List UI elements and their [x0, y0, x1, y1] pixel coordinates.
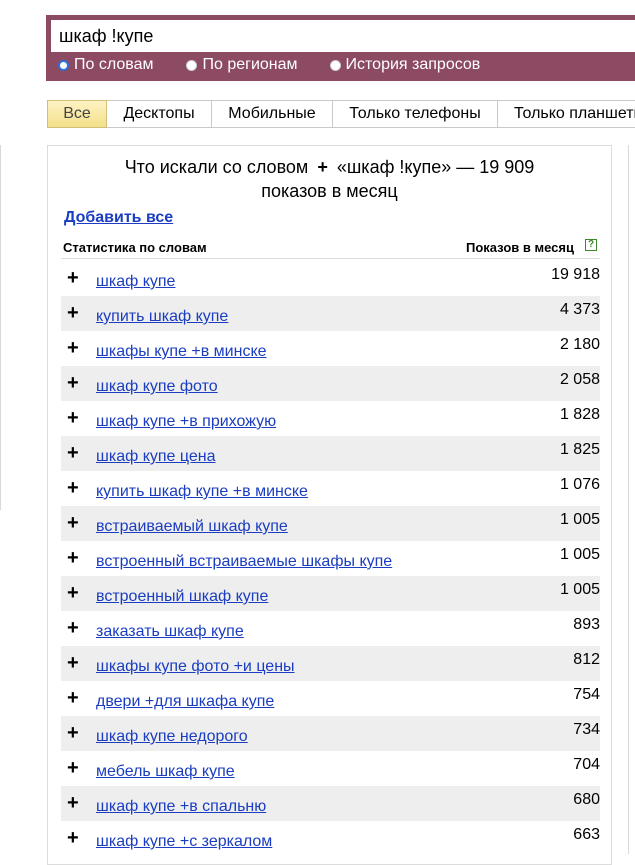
tab-mobile[interactable]: Мобильные	[212, 100, 333, 128]
table-row: + купить шкаф купе +в минске 1 076	[61, 471, 600, 506]
column-header-impressions: Показов в месяц	[466, 240, 574, 255]
add-phrase-plus-icon[interactable]: +	[67, 716, 79, 751]
table-row: + встроенный шкаф купе 1 005	[61, 576, 600, 611]
table-row: + шкаф купе недорого 734	[61, 716, 600, 751]
phrase-link[interactable]: мебель шкаф купе	[96, 754, 235, 789]
impressions-count: 704	[573, 756, 600, 773]
phrase-link[interactable]: встраиваемый шкаф купе	[96, 509, 288, 544]
add-phrase-plus-icon[interactable]: +	[67, 261, 79, 296]
table-row: + шкаф купе фото 2 058	[61, 366, 600, 401]
radio-unchecked-icon[interactable]	[329, 59, 341, 71]
phrase-link[interactable]: шкаф купе недорого	[96, 719, 248, 754]
words-stats-panel: Что искали со словом + «шкаф !купе» — 19…	[47, 145, 612, 865]
table-row: + заказать шкаф купе 893	[61, 611, 600, 646]
add-all-link[interactable]: Добавить все	[64, 209, 173, 227]
radio-history[interactable]: История запросов	[329, 56, 481, 74]
radio-by-words[interactable]: По словам	[58, 56, 153, 74]
impressions-count: 1 828	[559, 406, 600, 423]
impressions-count: 734	[573, 721, 600, 738]
table-row: + встраиваемый шкаф купе 1 005	[61, 506, 600, 541]
table-row: + шкаф купе +с зеркалом 663	[61, 821, 600, 856]
impressions-count: 4 373	[559, 301, 600, 318]
radio-by-regions-label: По регионам	[202, 56, 298, 73]
table-row: + шкаф купе 19 918	[61, 261, 600, 296]
stats-table: + шкаф купе 19 918 + купить шкаф купе 4 373 + ш…	[61, 261, 600, 856]
phrase-link[interactable]: купить шкаф купе +в минске	[96, 474, 308, 509]
phrase-link[interactable]: двери +для шкафа купе	[96, 684, 274, 719]
column-header-words: Статистика по словам	[63, 240, 207, 255]
impressions-count: 2 058	[559, 371, 600, 388]
phrase-link[interactable]: шкаф купе	[96, 264, 175, 299]
panel-title-suffix: показов в месяц	[261, 181, 398, 201]
add-phrase-plus-icon[interactable]: +	[67, 401, 79, 436]
radio-history-label: История запросов	[345, 56, 481, 73]
impressions-count: 19 918	[551, 266, 600, 283]
add-phrase-plus-icon[interactable]: +	[67, 296, 79, 331]
add-phrase-plus-icon[interactable]: +	[67, 366, 79, 401]
phrase-link[interactable]: купить шкаф купе	[96, 299, 228, 334]
phrase-link[interactable]: шкаф купе +в спальню	[96, 789, 266, 824]
table-row: + встроенный встраиваемые шкафы купе 1 005	[61, 541, 600, 576]
phrase-link[interactable]: шкафы купе +в минске	[96, 334, 267, 369]
radio-by-regions[interactable]: По регионам	[186, 56, 298, 74]
add-phrase-plus-icon[interactable]: +	[67, 436, 79, 471]
table-row: + шкафы купе +в минске 2 180	[61, 331, 600, 366]
add-phrase-plus-icon[interactable]: +	[67, 821, 79, 856]
panel-title-query: «шкаф !купе» — 19 909	[336, 157, 535, 177]
panel-title: Что искали со словом + «шкаф !купе» — 19…	[48, 155, 611, 203]
phrase-link[interactable]: встроенный встраиваемые шкафы купе	[96, 544, 392, 579]
impressions-count: 1 005	[559, 546, 600, 563]
add-phrase-plus-icon[interactable]: +	[67, 506, 79, 541]
phrase-link[interactable]: заказать шкаф купе	[96, 614, 244, 649]
phrase-link[interactable]: шкаф купе фото	[96, 369, 218, 404]
add-phrase-plus-icon[interactable]: +	[67, 646, 79, 681]
table-row: + купить шкаф купе 4 373	[61, 296, 600, 331]
impressions-count: 754	[573, 686, 600, 703]
add-phrase-plus-icon[interactable]: +	[67, 786, 79, 821]
impressions-count: 1 825	[559, 441, 600, 458]
add-phrase-plus-icon[interactable]: +	[67, 576, 79, 611]
panel-title-prefix: Что искали со словом	[124, 157, 309, 177]
table-row: + шкаф купе цена 1 825	[61, 436, 600, 471]
tab-tablets-only[interactable]: Только планшеты	[498, 100, 635, 128]
impressions-count: 1 005	[559, 581, 600, 598]
help-icon[interactable]: ?	[585, 239, 597, 251]
tab-all[interactable]: Все	[47, 100, 107, 128]
add-phrase-plus-icon[interactable]: +	[67, 611, 79, 646]
search-mode-radios: По словам По регионам История запросов	[58, 55, 480, 75]
phrase-link[interactable]: шкаф купе +в прихожую	[96, 404, 276, 439]
header-divider	[61, 258, 600, 259]
phrase-link[interactable]: шкафы купе фото +и цены	[96, 649, 295, 684]
impressions-count: 2 180	[559, 336, 600, 353]
radio-by-words-label: По словам	[74, 56, 154, 73]
impressions-count: 680	[573, 791, 600, 808]
right-panel-edge	[628, 145, 629, 854]
table-row: + шкафы купе фото +и цены 812	[61, 646, 600, 681]
impressions-count: 1 005	[559, 511, 600, 528]
tab-desktops[interactable]: Десктопы	[107, 100, 212, 128]
add-query-plus-icon[interactable]: +	[317, 157, 328, 177]
add-phrase-plus-icon[interactable]: +	[67, 751, 79, 786]
impressions-count: 893	[573, 616, 600, 633]
add-phrase-plus-icon[interactable]: +	[67, 471, 79, 506]
table-row: + мебель шкаф купе 704	[61, 751, 600, 786]
phrase-link[interactable]: шкаф купе цена	[96, 439, 216, 474]
table-row: + двери +для шкафа купе 754	[61, 681, 600, 716]
left-panel-edge	[0, 145, 1, 510]
tab-phones-only[interactable]: Только телефоны	[333, 100, 498, 128]
table-row: + шкаф купе +в спальню 680	[61, 786, 600, 821]
radio-checked-icon[interactable]	[58, 59, 69, 71]
impressions-count: 1 076	[559, 476, 600, 493]
table-row: + шкаф купе +в прихожую 1 828	[61, 401, 600, 436]
add-phrase-plus-icon[interactable]: +	[67, 331, 79, 366]
add-phrase-plus-icon[interactable]: +	[67, 681, 79, 716]
impressions-count: 812	[573, 651, 600, 668]
add-phrase-plus-icon[interactable]: +	[67, 541, 79, 576]
radio-unchecked-icon[interactable]	[186, 59, 198, 71]
device-tabs: Все Десктопы Мобильные Только телефоны Т…	[47, 100, 635, 128]
phrase-link[interactable]: встроенный шкаф купе	[96, 579, 268, 614]
search-input[interactable]	[51, 20, 635, 52]
impressions-count: 663	[573, 826, 600, 843]
